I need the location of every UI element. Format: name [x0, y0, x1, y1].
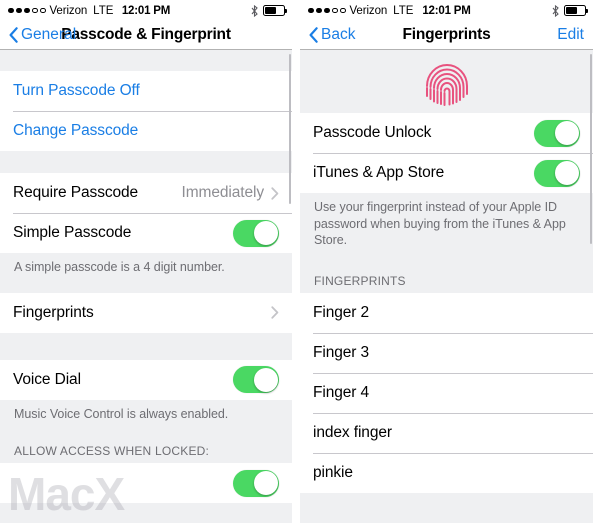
voice-dial-group: Voice Dial [0, 359, 292, 400]
chevron-left-icon [9, 27, 18, 43]
fingerprint-usage-group: Passcode Unlock iTunes & App Store [300, 113, 593, 193]
battery-icon [263, 5, 287, 16]
chevron-right-icon [271, 306, 279, 319]
row-accessory [233, 469, 279, 497]
row-require-passcode[interactable]: Require Passcode Immediately [0, 173, 292, 213]
voice-dial-note: Music Voice Control is always enabled. [0, 399, 292, 430]
row-label: Simple Passcode [13, 224, 132, 241]
status-time: 12:01 PM [121, 4, 171, 17]
fingerprint-name: Finger 3 [313, 343, 370, 361]
left-status-bar: Verizon LTE 12:01 PM [0, 0, 292, 21]
group-spacer [0, 430, 292, 438]
list-item[interactable]: Finger 4 [300, 372, 593, 413]
right-nav-bar: Back Fingerprints Edit [300, 21, 593, 50]
dual-screenshot-container: Verizon LTE 12:01 PM General Passcode & [0, 0, 593, 523]
list-item[interactable]: Finger 2 [300, 292, 593, 333]
fingerprint-usage-note: Use your fingerprint instead of your App… [300, 193, 593, 257]
bluetooth-icon [251, 4, 258, 17]
group-spacer [0, 151, 292, 173]
fingerprints-group: Fingerprints [0, 292, 292, 333]
allow-access-toggle[interactable] [233, 469, 279, 497]
status-time: 12:01 PM [422, 4, 471, 17]
battery-icon [564, 5, 588, 16]
left-nav-bar: General Passcode & Fingerprint [0, 21, 292, 50]
group-spacer [0, 283, 292, 293]
allow-access-section-header: ALLOW ACCESS WHEN LOCKED: [0, 438, 292, 463]
row-accessory [233, 366, 279, 393]
left-scrollbar[interactable] [288, 54, 291, 204]
row-fingerprints[interactable]: Fingerprints [0, 292, 292, 333]
chevron-left-icon [309, 27, 318, 43]
fingerprint-icon [425, 63, 468, 106]
fingerprints-list-group: Finger 2 Finger 3 Finger 4 index finger … [300, 292, 593, 493]
back-button[interactable]: Back [309, 26, 355, 44]
allow-access-group [0, 463, 292, 503]
passcode-options-group: Require Passcode Immediately Simple Pass… [0, 173, 292, 253]
back-button-label: General [21, 26, 77, 43]
right-settings-list: Passcode Unlock iTunes & App Store Use y… [300, 50, 593, 523]
right-status-bar: Verizon LTE 12:01 PM [300, 0, 593, 21]
fingerprint-name: pinkie [313, 463, 353, 481]
row-change-passcode[interactable]: Change Passcode [0, 111, 292, 151]
right-status-right-group [552, 4, 588, 17]
row-accessory: Immediately [182, 184, 279, 202]
row-simple-passcode[interactable]: Simple Passcode [0, 213, 292, 253]
row-accessory [534, 119, 580, 147]
row-accessory [233, 219, 279, 247]
group-spacer [0, 332, 292, 360]
row-turn-passcode-off[interactable]: Turn Passcode Off [0, 71, 292, 111]
row-label: Voice Dial [13, 370, 81, 388]
fingerprint-name: index finger [313, 423, 392, 441]
simple-passcode-toggle[interactable] [233, 219, 279, 247]
group-spacer [300, 256, 593, 268]
simple-passcode-note: A simple passcode is a 4 digit number. [0, 253, 292, 284]
passcode-actions-group: Turn Passcode Off Change Passcode [0, 71, 292, 151]
back-button-general[interactable]: General [9, 26, 76, 44]
row-label: Require Passcode [13, 184, 139, 201]
fingerprint-hero [300, 50, 593, 113]
row-itunes-app-store[interactable]: iTunes & App Store [300, 153, 593, 193]
row-allow-access-clipped[interactable] [0, 463, 292, 503]
row-label: Passcode Unlock [313, 124, 432, 141]
left-status-right-group [251, 4, 287, 17]
edit-button[interactable]: Edit [557, 26, 584, 44]
voice-dial-toggle[interactable] [233, 366, 279, 393]
row-label: Change Passcode [13, 122, 139, 139]
left-settings-list: Turn Passcode Off Change Passcode Requir… [0, 50, 292, 523]
row-label: Turn Passcode Off [13, 82, 140, 99]
list-item[interactable]: pinkie [300, 452, 593, 493]
back-button-label: Back [321, 26, 356, 43]
row-accessory [271, 306, 279, 319]
fingerprints-section-header: FINGERPRINTS [300, 267, 593, 293]
fingerprint-name: Finger 4 [313, 383, 370, 401]
row-accessory [534, 159, 580, 187]
right-phone-screen: Verizon LTE 12:01 PM Back Fingerprints E… [300, 0, 593, 523]
screenshot-separator [292, 0, 300, 523]
itunes-app-store-toggle[interactable] [534, 159, 580, 187]
row-label: iTunes & App Store [313, 164, 445, 181]
bluetooth-icon [552, 4, 559, 17]
right-scrollbar[interactable] [589, 54, 592, 244]
left-phone-screen: Verizon LTE 12:01 PM General Passcode & [0, 0, 292, 523]
list-item[interactable]: Finger 3 [300, 332, 593, 373]
chevron-right-icon [271, 186, 279, 200]
passcode-unlock-toggle[interactable] [534, 119, 580, 147]
row-passcode-unlock[interactable]: Passcode Unlock [300, 113, 593, 153]
top-spacer [0, 50, 292, 71]
row-voice-dial[interactable]: Voice Dial [0, 359, 292, 400]
row-label: Fingerprints [13, 303, 94, 321]
fingerprint-name: Finger 2 [313, 303, 370, 321]
row-value: Immediately [181, 184, 265, 201]
list-item[interactable]: index finger [300, 412, 593, 453]
